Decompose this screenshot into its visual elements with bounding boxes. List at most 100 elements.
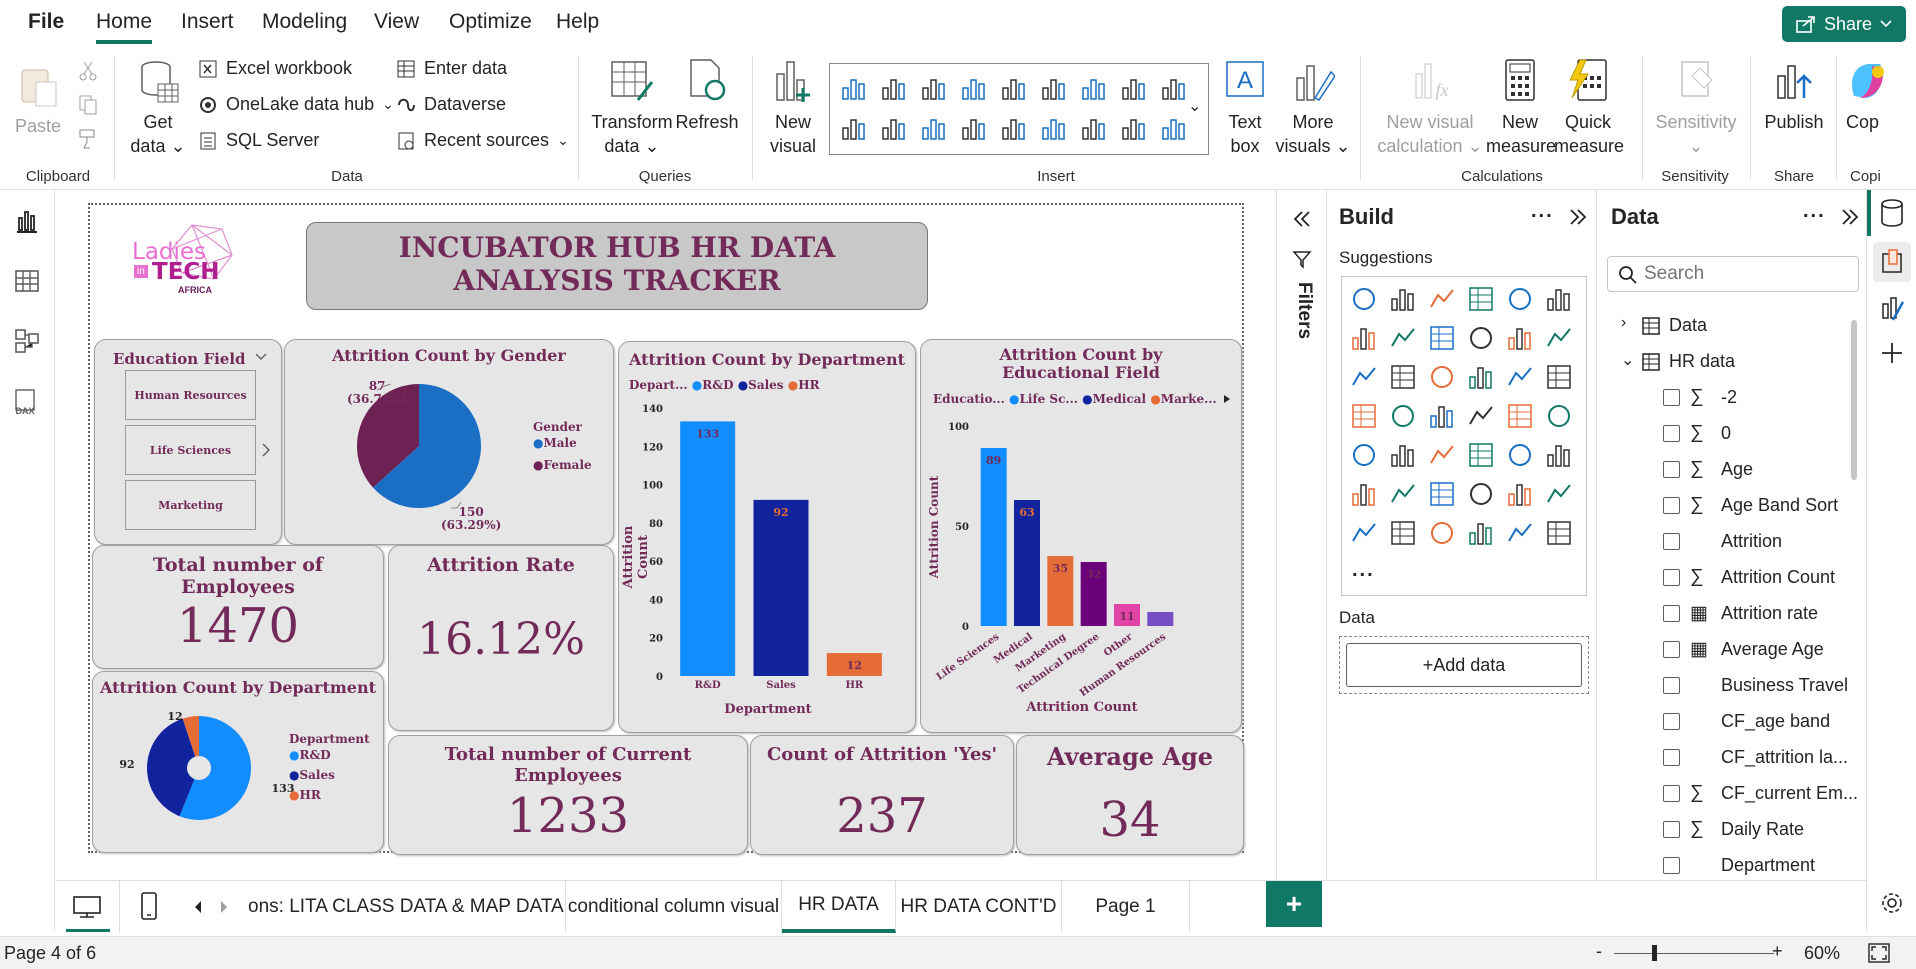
new-visual-calculation-button[interactable]: fx New visual calculation ⌄: [1370, 58, 1490, 158]
quick-measure-button[interactable]: Quick measure: [1554, 58, 1624, 158]
dax-query-view-icon[interactable]: DAX: [12, 388, 42, 416]
field-checkbox[interactable]: [1663, 389, 1680, 406]
paste-button[interactable]: Paste: [14, 64, 62, 138]
build-visual-icon[interactable]: [1428, 363, 1456, 391]
field-checkbox[interactable]: [1663, 785, 1680, 802]
menu-view[interactable]: View: [374, 10, 419, 34]
sensitivity-button[interactable]: Sensitivity ⌄: [1650, 58, 1742, 158]
slicer-item-human-resources[interactable]: Human Resources: [125, 370, 256, 420]
gallery-visual-icon[interactable]: [960, 74, 988, 102]
cut-icon[interactable]: [78, 60, 98, 82]
page-tab[interactable]: HR DATA: [782, 881, 896, 933]
build-visual-icon[interactable]: [1467, 519, 1495, 547]
gallery-visual-icon[interactable]: [960, 114, 988, 142]
build-visual-icon[interactable]: [1506, 441, 1534, 469]
table-node-data[interactable]: › Data: [1597, 308, 1867, 344]
zoom-slider-track[interactable]: [1614, 953, 1774, 954]
bar-sales[interactable]: [753, 499, 809, 676]
collapse-data-chevron-icon[interactable]: [1839, 206, 1861, 228]
field-list-scrollbar[interactable]: [1851, 320, 1857, 480]
build-visual-icon[interactable]: [1879, 294, 1905, 322]
build-visual-icon[interactable]: [1350, 480, 1378, 508]
gallery-visual-icon[interactable]: [920, 114, 948, 142]
field-checkbox[interactable]: [1663, 497, 1680, 514]
copilot-button[interactable]: Cop: [1846, 58, 1906, 134]
mobile-layout-button[interactable]: [120, 881, 176, 933]
page-tab[interactable]: Page 1: [1062, 881, 1190, 933]
build-visual-icon[interactable]: [1467, 441, 1495, 469]
slicer-chevron-down-icon[interactable]: [255, 352, 267, 362]
gallery-visual-icon[interactable]: [1040, 74, 1068, 102]
build-visual-icon[interactable]: [1506, 285, 1534, 313]
desktop-layout-button[interactable]: [56, 881, 120, 933]
share-button[interactable]: Share: [1782, 6, 1906, 42]
build-visual-icon[interactable]: [1389, 519, 1417, 547]
menu-insert[interactable]: Insert: [181, 10, 234, 34]
table-node-hrdata[interactable]: ⌄ HR data: [1597, 344, 1867, 380]
excel-workbook-button[interactable]: Excel workbook: [198, 58, 352, 79]
gallery-visual-icon[interactable]: [1120, 114, 1148, 142]
data-search-box[interactable]: [1607, 256, 1859, 292]
expand-filters-chevron-icon[interactable]: [1291, 208, 1313, 230]
build-visual-icon[interactable]: [1389, 324, 1417, 352]
settings-gear-icon[interactable]: [1879, 890, 1905, 916]
build-visual-icon[interactable]: [1545, 480, 1573, 508]
publish-button[interactable]: Publish: [1758, 58, 1830, 134]
tab-scroll-left-icon[interactable]: [192, 899, 204, 915]
build-more-options[interactable]: ...: [1531, 200, 1554, 223]
field-item[interactable]: ∑ Age: [1597, 452, 1867, 488]
gallery-visual-icon[interactable]: [1080, 114, 1108, 142]
build-visual-icon[interactable]: [1506, 402, 1534, 430]
field-checkbox[interactable]: [1663, 857, 1680, 874]
menu-file[interactable]: File: [28, 10, 64, 34]
slicer-item-life-sciences[interactable]: Life Sciences: [125, 425, 256, 475]
field-checkbox[interactable]: [1663, 533, 1680, 550]
copy-icon[interactable]: [78, 94, 98, 116]
gallery-visual-icon[interactable]: [1040, 114, 1068, 142]
build-visual-icon[interactable]: [1350, 519, 1378, 547]
field-item[interactable]: CF_age band: [1597, 704, 1867, 740]
menu-modeling[interactable]: Modeling: [262, 10, 347, 34]
build-visual-icon[interactable]: [1467, 324, 1495, 352]
menu-help[interactable]: Help: [556, 10, 599, 34]
build-visual-icon[interactable]: [1506, 324, 1534, 352]
field-item[interactable]: ∑ Age Band Sort: [1597, 488, 1867, 524]
build-visual-icon[interactable]: [1545, 441, 1573, 469]
field-checkbox[interactable]: [1663, 713, 1680, 730]
slicer-chevron-right-icon[interactable]: [261, 442, 271, 458]
bar-lifesciences[interactable]: [980, 448, 1007, 626]
build-visual-icon[interactable]: [1428, 402, 1456, 430]
build-visual-icon[interactable]: [1389, 480, 1417, 508]
build-visual-icon[interactable]: [1428, 441, 1456, 469]
onelake-button[interactable]: OneLake data hub ⌄: [198, 94, 394, 115]
field-item[interactable]: Business Travel: [1597, 668, 1867, 704]
field-checkbox[interactable]: [1663, 641, 1680, 658]
gallery-visual-icon[interactable]: [1120, 74, 1148, 102]
more-visuals-button[interactable]: More visuals ⌄: [1274, 58, 1352, 158]
transform-data-button[interactable]: Transform data ⌄: [590, 58, 674, 158]
build-visual-icon[interactable]: [1350, 324, 1378, 352]
build-visual-icon[interactable]: [1389, 285, 1417, 313]
gallery-visual-icon[interactable]: [1000, 114, 1028, 142]
chevron-down-icon[interactable]: ⌄: [1621, 350, 1634, 370]
build-visual-icon[interactable]: [1545, 402, 1573, 430]
search-input[interactable]: [1644, 261, 1844, 287]
field-item[interactable]: Department: [1597, 848, 1867, 884]
build-visual-icon[interactable]: [1428, 480, 1456, 508]
menu-home[interactable]: Home: [96, 10, 153, 44]
filters-pane-collapsed[interactable]: Filters: [1276, 190, 1326, 930]
field-item[interactable]: ▦ Attrition rate: [1597, 596, 1867, 632]
dept-donut-chart[interactable]: 1339212: [93, 672, 385, 854]
new-visual-button[interactable]: New visual: [762, 58, 824, 158]
page-tab[interactable]: ons: LITA CLASS DATA & MAP DATA: [248, 881, 566, 933]
field-item[interactable]: ∑ Attrition Count: [1597, 560, 1867, 596]
field-item[interactable]: ∑ CF_current Em...: [1597, 776, 1867, 812]
add-pane-icon[interactable]: [1879, 340, 1905, 366]
gallery-visual-icon[interactable]: [840, 114, 868, 142]
field-checkbox[interactable]: [1663, 425, 1680, 442]
field-checkbox[interactable]: [1663, 749, 1680, 766]
field-checkbox[interactable]: [1663, 461, 1680, 478]
page-tab[interactable]: conditional column visual: [566, 881, 782, 933]
table-view-icon[interactable]: [14, 268, 40, 294]
build-visual-icon[interactable]: [1428, 285, 1456, 313]
